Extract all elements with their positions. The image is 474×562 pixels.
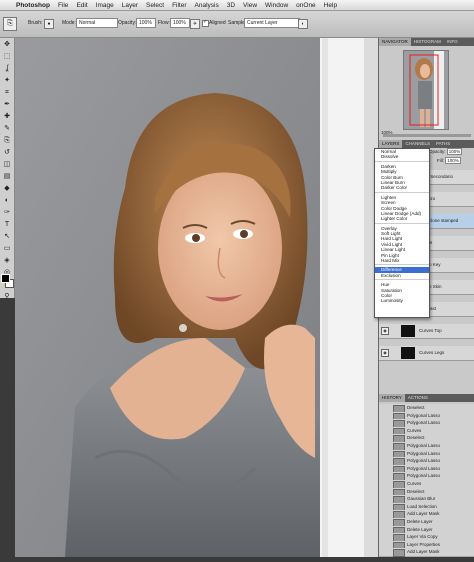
layer-name: Curves Top xyxy=(419,328,442,333)
layer-name: Curves Legs xyxy=(419,350,445,355)
blur-tool-icon[interactable]: ◆ xyxy=(1,183,13,194)
navigator-preview xyxy=(404,51,448,129)
zoom-tool-icon[interactable]: ⚲ xyxy=(1,291,13,302)
document-canvas[interactable] xyxy=(15,38,320,557)
layers-fill-label: Fill: xyxy=(437,158,444,163)
menu-file[interactable]: File xyxy=(54,2,72,9)
menu-edit[interactable]: Edit xyxy=(72,2,91,9)
foreground-color-swatch[interactable] xyxy=(1,274,10,283)
menu-image[interactable]: Image xyxy=(92,2,118,9)
brush-tool-icon[interactable]: ✎ xyxy=(1,123,13,134)
menu-view[interactable]: View xyxy=(239,2,261,9)
aligned-label: Aligned xyxy=(209,20,226,26)
blend-mode-option[interactable]: Hard Mix xyxy=(375,258,429,263)
history-tabs: HISTORY ACTIONS xyxy=(379,394,474,402)
navigator-thumbnail[interactable] xyxy=(403,50,449,130)
shape-tool-icon[interactable]: ▭ xyxy=(1,243,13,254)
menu-analysis[interactable]: Analysis xyxy=(191,2,223,9)
navigator-zoom-slider[interactable] xyxy=(383,134,471,137)
path-select-tool-icon[interactable]: ↖ xyxy=(1,231,13,242)
mac-menu-bar: Photoshop File Edit Image Layer Select F… xyxy=(0,0,474,11)
crop-tool-icon[interactable]: ⌗ xyxy=(1,87,13,98)
blend-mode-option[interactable]: Darker Color xyxy=(375,185,429,190)
layer-visibility-icon[interactable]: ◉ xyxy=(381,349,389,357)
eyedropper-tool-icon[interactable]: ✒ xyxy=(1,99,13,110)
layer-mask-thumbnail[interactable] xyxy=(401,347,415,359)
toolbox: ✥⬚ʆ✦⌗✒✚✎⎘↺◫▤◆◐✑T↖▭◈◎✋⚲ xyxy=(0,38,15,300)
layer-visibility-icon[interactable]: ◉ xyxy=(381,327,389,335)
blend-mode-option[interactable]: Exclusion xyxy=(375,273,429,278)
opacity-field[interactable]: 100% xyxy=(136,18,156,28)
tab-layers[interactable]: LAYERS xyxy=(379,140,403,148)
blend-mode-option[interactable]: Lighter Color xyxy=(375,216,429,221)
opacity-label: Opacity: xyxy=(118,20,137,26)
layers-opacity-field[interactable]: 100% xyxy=(446,148,463,155)
menu-select[interactable]: Select xyxy=(142,2,168,9)
blend-mode-dropdown: Normal Dissolve Darken Multiply Color Burn Li… xyxy=(374,148,430,318)
layer-row[interactable]: ◉ Curves Legs xyxy=(379,346,474,361)
photo-artwork xyxy=(15,38,320,557)
aligned-checkbox[interactable] xyxy=(202,19,209,27)
menu-help[interactable]: Help xyxy=(320,2,341,9)
navigator-tabs: NAVIGATOR HISTOGRAM INFO xyxy=(379,38,474,46)
eraser-tool-icon[interactable]: ◫ xyxy=(1,159,13,170)
layers-opacity: Opacity: 100% xyxy=(429,148,463,155)
tab-info[interactable]: INFO xyxy=(444,38,461,46)
layer-mask-thumbnail[interactable] xyxy=(401,325,415,337)
tab-history[interactable]: HISTORY xyxy=(379,394,405,402)
layers-fill: Fill: 100% xyxy=(437,157,461,164)
door-artwork xyxy=(320,38,378,557)
mode-select[interactable]: Normal xyxy=(76,18,118,28)
menu-3d[interactable]: 3D xyxy=(223,2,239,9)
door-edge xyxy=(320,38,378,557)
blend-mode-option[interactable]: Dissolve xyxy=(375,154,429,159)
layers-opacity-label: Opacity: xyxy=(429,149,446,154)
history-step-icon xyxy=(393,549,405,558)
pen-tool-icon[interactable]: ✑ xyxy=(1,207,13,218)
menu-filter[interactable]: Filter xyxy=(168,2,190,9)
history-item-label: Add Layer Mask xyxy=(407,549,440,555)
brush-label: Brush: xyxy=(28,20,43,26)
airbrush-icon[interactable]: ✈ xyxy=(190,19,200,29)
flow-label: Flow: xyxy=(158,20,170,26)
healing-tool-icon[interactable]: ✚ xyxy=(1,111,13,122)
dodge-tool-icon[interactable]: ◐ xyxy=(1,195,13,206)
blend-mode-option[interactable]: Luminosity xyxy=(375,298,429,303)
mode-label: Mode: xyxy=(62,20,76,26)
type-tool-icon[interactable]: T xyxy=(1,219,13,230)
marquee-tool-icon[interactable]: ⬚ xyxy=(1,51,13,62)
tab-paths[interactable]: PATHS xyxy=(433,140,453,148)
menu-layer[interactable]: Layer xyxy=(118,2,142,9)
options-bar: ⎘ Brush: ● Mode: Normal Opacity: 100% Fl… xyxy=(0,11,474,38)
clone-stamp-icon[interactable]: ⎘ xyxy=(3,17,17,31)
lasso-tool-icon[interactable]: ʆ xyxy=(1,63,13,74)
layers-fill-field[interactable]: 100% xyxy=(445,157,461,164)
magic-wand-tool-icon[interactable]: ✦ xyxy=(1,75,13,86)
menu-window[interactable]: Window xyxy=(261,2,292,9)
3d-tool-icon[interactable]: ◈ xyxy=(1,255,13,266)
tab-histogram[interactable]: HISTOGRAM xyxy=(411,38,444,46)
history-brush-tool-icon[interactable]: ↺ xyxy=(1,147,13,158)
layer-row[interactable]: ◉ Curves Top xyxy=(379,324,474,339)
ignore-adjustment-icon[interactable]: ◐ xyxy=(298,19,308,29)
gradient-tool-icon[interactable]: ▤ xyxy=(1,171,13,182)
sample-select[interactable]: Current Layer xyxy=(244,18,300,28)
clone-stamp-tool-icon[interactable]: ⎘ xyxy=(1,135,13,146)
layers-tabs: LAYERS CHANNELS PATHS xyxy=(379,140,474,148)
menu-onone[interactable]: onOne xyxy=(292,2,320,9)
move-tool-icon[interactable]: ✥ xyxy=(1,39,13,50)
brush-preset-icon[interactable]: ● xyxy=(44,19,54,29)
tab-actions[interactable]: ACTIONS xyxy=(405,394,431,402)
menu-app-name[interactable]: Photoshop xyxy=(12,2,54,9)
history-item[interactable]: Add Layer Mask xyxy=(379,548,474,558)
tab-channels[interactable]: CHANNELS xyxy=(402,140,433,148)
flow-field[interactable]: 100% xyxy=(170,18,190,28)
tab-navigator[interactable]: NAVIGATOR xyxy=(379,38,411,46)
